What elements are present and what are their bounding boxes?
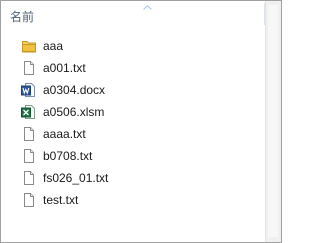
file-list-pane: 名前 aaa a001.txt a0304.docx a0506.xlsm aa… (0, 0, 282, 243)
text-file-icon (24, 193, 34, 207)
vertical-scrollbar[interactable] (265, 1, 281, 242)
list-item-file[interactable]: b0708.txt (1, 145, 265, 167)
list-item-file[interactable]: test.txt (1, 189, 265, 211)
text-file-icon (24, 127, 34, 141)
file-name: test.txt (43, 193, 79, 207)
file-name: a0304.docx (43, 83, 106, 97)
text-file-icon (24, 171, 34, 185)
sort-ascending-icon (143, 5, 152, 10)
list-item-file[interactable]: a001.txt (1, 57, 265, 79)
folder-icon (22, 41, 36, 53)
text-file-icon (24, 149, 34, 163)
file-list: aaa a001.txt a0304.docx a0506.xlsm aaaa.… (1, 35, 265, 211)
list-item-folder-aaa[interactable]: aaa (1, 35, 265, 57)
scrollbar-track[interactable] (268, 5, 278, 237)
name-column-header[interactable]: 名前 (10, 10, 34, 24)
list-item-file[interactable]: a0304.docx (1, 79, 265, 101)
list-item-file[interactable]: aaaa.txt (1, 123, 265, 145)
file-name: a001.txt (43, 61, 86, 75)
list-header: 名前 (1, 1, 265, 27)
excel-file-icon (21, 105, 35, 119)
file-name: aaaa.txt (43, 127, 86, 141)
file-name: fs026_01.txt (43, 171, 109, 185)
text-file-icon (24, 61, 34, 75)
file-name: aaa (43, 39, 64, 53)
list-item-file[interactable]: fs026_01.txt (1, 167, 265, 189)
word-file-icon (21, 83, 35, 97)
list-item-file[interactable]: a0506.xlsm (1, 101, 265, 123)
file-name: a0506.xlsm (43, 105, 105, 119)
file-name: b0708.txt (43, 149, 93, 163)
